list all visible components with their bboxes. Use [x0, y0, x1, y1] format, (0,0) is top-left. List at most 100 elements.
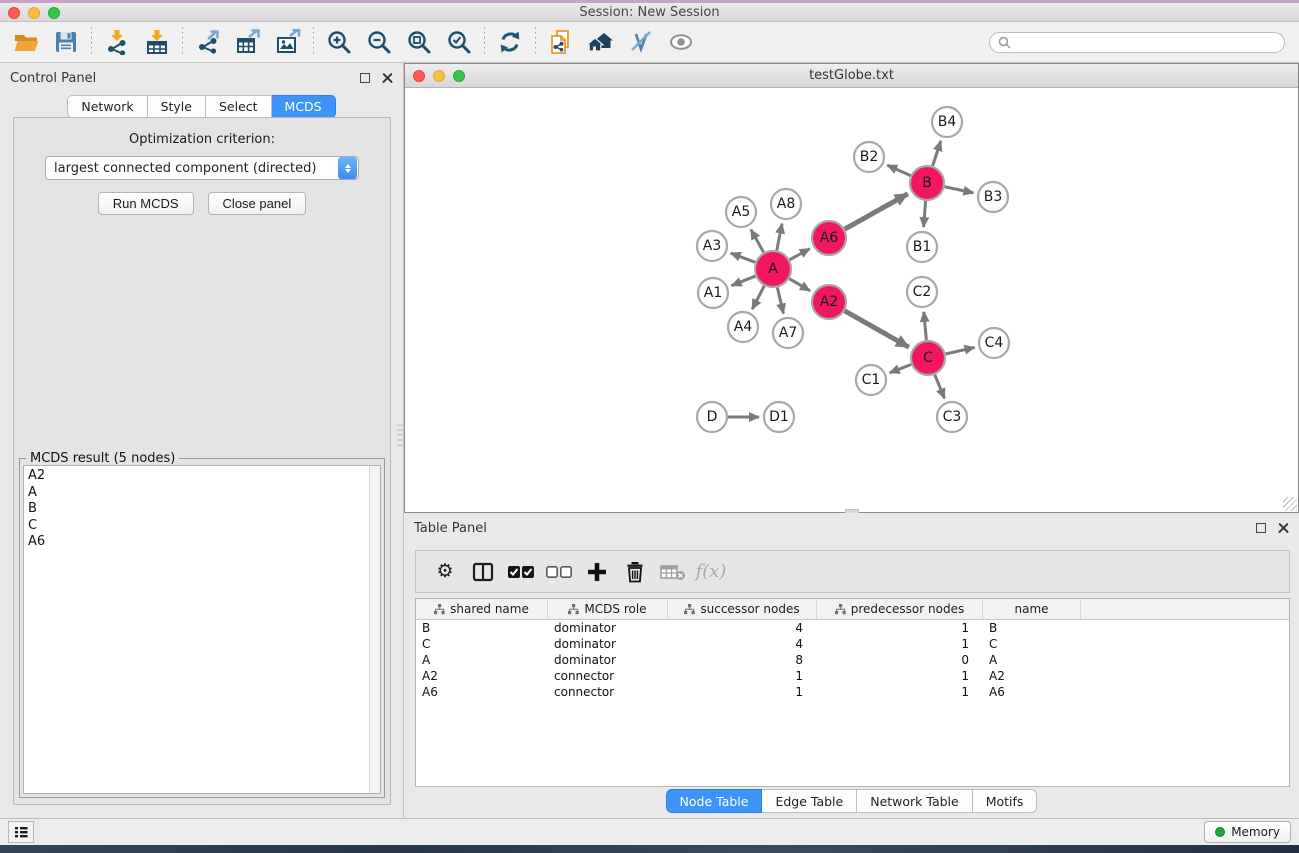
delete-table-icon[interactable]: [654, 555, 692, 589]
table-cell[interactable]: 4: [668, 637, 817, 651]
export-table-button[interactable]: [228, 25, 268, 59]
import-table-button[interactable]: [137, 25, 177, 59]
table-cell[interactable]: dominator: [548, 653, 668, 667]
close-panel-icon[interactable]: [382, 73, 393, 84]
table-cell[interactable]: B: [983, 621, 1081, 635]
table-cell[interactable]: B: [416, 621, 548, 635]
close-panel-button[interactable]: Close panel: [208, 192, 307, 215]
zoom-in-button[interactable]: [319, 25, 359, 59]
zoom-fit-button[interactable]: [399, 25, 439, 59]
run-mcds-button[interactable]: Run MCDS: [98, 192, 194, 215]
table-cell[interactable]: C: [983, 637, 1081, 651]
table-cell[interactable]: 1: [817, 621, 983, 635]
control-tab-network[interactable]: Network: [67, 95, 147, 118]
open-file-button[interactable]: [6, 25, 46, 59]
mcds-result-item[interactable]: A2: [28, 468, 365, 485]
table-cell[interactable]: C: [416, 637, 548, 651]
export-network-button[interactable]: [188, 25, 228, 59]
table-cell[interactable]: connector: [548, 669, 668, 683]
tab-node-table[interactable]: Node Table: [666, 789, 763, 813]
tab-motifs[interactable]: Motifs: [973, 789, 1038, 813]
table-cell[interactable]: 8: [668, 653, 817, 667]
column-header-name[interactable]: name: [983, 599, 1081, 619]
graph-edge-A-A7[interactable]: [777, 287, 783, 313]
graph-edge-C-C2[interactable]: [924, 312, 927, 340]
graph-edge-C-C1[interactable]: [890, 364, 912, 372]
table-cell[interactable]: 4: [668, 621, 817, 635]
graph-edge-A-A1[interactable]: [732, 276, 756, 286]
table-row[interactable]: Cdominator41C: [416, 636, 1289, 652]
column-header-successor-nodes[interactable]: successor nodes: [668, 599, 817, 619]
result-list-scrollbar[interactable]: [369, 466, 380, 793]
column-header-shared-name[interactable]: shared name: [416, 599, 548, 619]
resize-grip-icon[interactable]: [1283, 497, 1297, 511]
node-table[interactable]: shared nameMCDS rolesuccessor nodesprede…: [415, 598, 1290, 787]
select-all-columns-icon[interactable]: [502, 555, 540, 589]
graph-edge-A-A3[interactable]: [731, 253, 756, 262]
table-cell[interactable]: 1: [817, 685, 983, 699]
graph-edge-A6-B[interactable]: [845, 194, 908, 229]
table-cell[interactable]: 1: [817, 669, 983, 683]
delete-columns-icon[interactable]: [616, 555, 654, 589]
float-panel-icon[interactable]: [360, 73, 370, 83]
add-column-icon[interactable]: [578, 555, 616, 589]
close-window-button[interactable]: [8, 7, 20, 19]
table-cell[interactable]: A: [983, 653, 1081, 667]
table-cell[interactable]: A2: [416, 669, 548, 683]
zoom-window-button[interactable]: [48, 7, 60, 19]
table-cell[interactable]: 1: [668, 685, 817, 699]
table-cell[interactable]: connector: [548, 685, 668, 699]
table-row[interactable]: A2connector11A2: [416, 668, 1289, 684]
network-close-button[interactable]: [413, 70, 425, 82]
graph-edge-A-A8[interactable]: [777, 224, 782, 251]
refresh-button[interactable]: [490, 25, 530, 59]
network-zoom-button[interactable]: [453, 70, 465, 82]
table-row[interactable]: A6connector11A6: [416, 684, 1289, 700]
graph-edge-A-A4[interactable]: [752, 286, 764, 309]
import-network-button[interactable]: [97, 25, 137, 59]
hide-graphics-details-button[interactable]: [621, 25, 661, 59]
clone-network-button[interactable]: [541, 25, 581, 59]
unselect-all-columns-icon[interactable]: [540, 555, 578, 589]
control-tab-style[interactable]: Style: [148, 95, 206, 118]
export-image-button[interactable]: [268, 25, 308, 59]
column-header-predecessor-nodes[interactable]: predecessor nodes: [817, 599, 983, 619]
column-header-MCDS-role[interactable]: MCDS role: [548, 599, 668, 619]
table-cell[interactable]: A6: [983, 685, 1081, 699]
graph-edge-A2-C[interactable]: [845, 311, 909, 347]
network-window-titlebar[interactable]: testGlobe.txt: [405, 64, 1298, 88]
graph-edge-B-B2[interactable]: [887, 165, 910, 175]
graph-edge-C-C3[interactable]: [935, 375, 945, 399]
table-cell[interactable]: A6: [416, 685, 548, 699]
search-input[interactable]: [1016, 34, 1276, 50]
table-options-gear-icon[interactable]: ⚙: [426, 555, 464, 589]
control-tab-mcds[interactable]: MCDS: [272, 95, 336, 118]
graph-edge-A-A2[interactable]: [789, 279, 810, 291]
graph-edge-A-A5[interactable]: [751, 229, 764, 252]
close-table-panel-icon[interactable]: [1278, 523, 1289, 534]
network-minimize-button[interactable]: [433, 70, 445, 82]
show-columns-icon[interactable]: [464, 555, 502, 589]
graph-edge-B-B4[interactable]: [933, 141, 941, 166]
home-layout-button[interactable]: [581, 25, 621, 59]
mcds-result-item[interactable]: B: [28, 501, 365, 518]
table-cell[interactable]: 1: [668, 669, 817, 683]
vertical-splitter-handle[interactable]: [397, 424, 403, 446]
table-cell[interactable]: dominator: [548, 621, 668, 635]
network-canvas[interactable]: B4B2BB3A8A5A6A3B1AA1C2A2A4A7C4CC1C3DD1: [405, 88, 1298, 512]
table-cell[interactable]: A2: [983, 669, 1081, 683]
zoom-selected-button[interactable]: [439, 25, 479, 59]
zoom-out-button[interactable]: [359, 25, 399, 59]
table-cell[interactable]: dominator: [548, 637, 668, 651]
tab-edge-table[interactable]: Edge Table: [762, 789, 857, 813]
tab-network-table[interactable]: Network Table: [857, 789, 973, 813]
apply-function-icon[interactable]: f(x): [692, 555, 730, 589]
table-row[interactable]: Adominator80A: [416, 652, 1289, 668]
table-row[interactable]: Bdominator41B: [416, 620, 1289, 636]
task-history-button[interactable]: [8, 821, 34, 843]
graph-edge-C-C4[interactable]: [946, 347, 975, 354]
save-session-button[interactable]: [46, 25, 86, 59]
show-graphics-details-button[interactable]: [661, 25, 701, 59]
table-cell[interactable]: A: [416, 653, 548, 667]
mcds-result-item[interactable]: C: [28, 518, 365, 535]
